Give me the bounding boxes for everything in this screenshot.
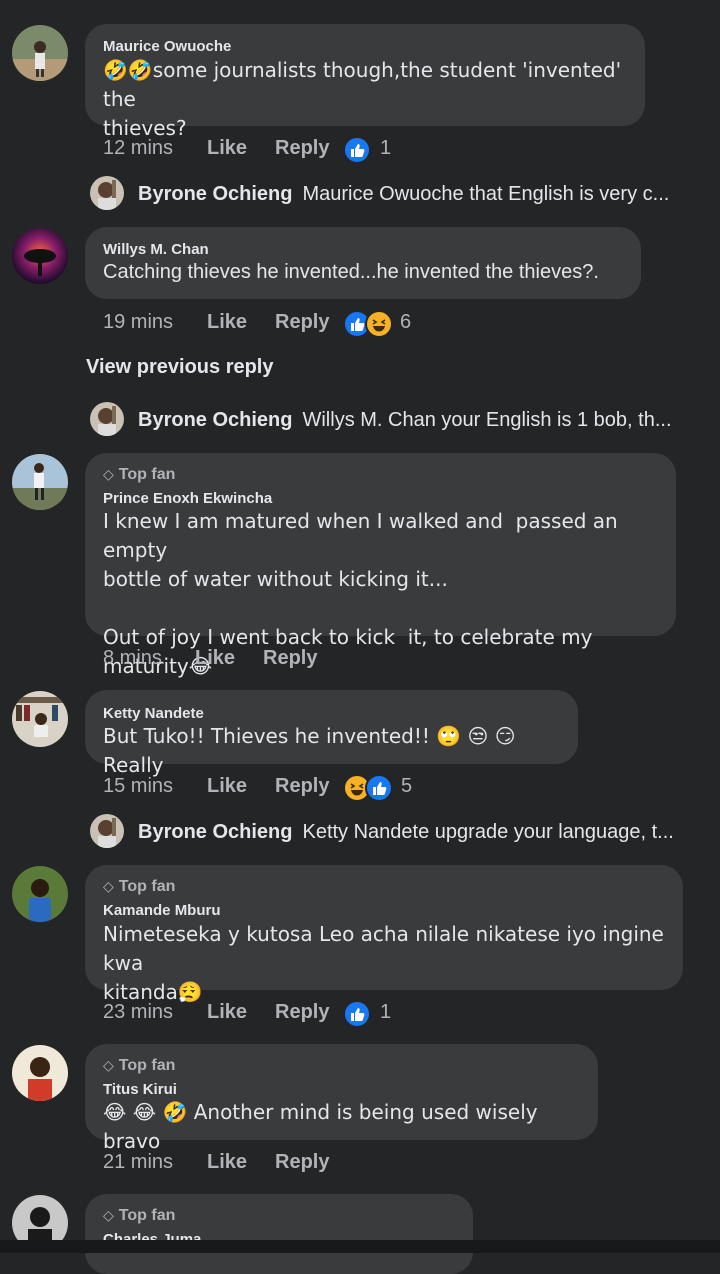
reply-button[interactable]: Reply xyxy=(263,647,317,670)
comment-text: 🤣🤣some journalists though,the student 'i… xyxy=(103,58,622,140)
like-button[interactable]: Like xyxy=(207,775,247,798)
reply-button[interactable]: Reply xyxy=(275,1151,329,1174)
commenter-name[interactable]: Willys M. Chan xyxy=(103,241,209,258)
like-button[interactable]: Like xyxy=(207,311,247,334)
view-previous-reply-link[interactable]: View previous reply xyxy=(86,356,274,379)
reply-snippet: Ketty Nandete upgrade your language, t..… xyxy=(302,821,674,843)
comment-text: Nimeteseka y kutosa Leo acha nilale nika… xyxy=(103,922,664,1004)
comment-timestamp: 12 mins xyxy=(103,137,174,159)
comment-bubble: ◇ Top fan Kamande Mburu Nimeteseka y kuto… xyxy=(85,865,683,1004)
top-fan-badge: ◇ Top fan xyxy=(103,466,176,483)
comment-timestamp: 15 mins xyxy=(103,775,174,797)
comment-timestamp: 21 mins xyxy=(103,1151,174,1173)
top-fan-badge: ◇ Top fan xyxy=(103,1057,176,1074)
comment-bubble: Willys M. Chan Catching thieves he inven… xyxy=(85,227,641,299)
reply-preview[interactable]: Byrone Ochieng Maurice Owuoche that Engli… xyxy=(138,183,669,206)
comment-timestamp: 19 mins xyxy=(103,311,174,333)
diamond-icon: ◇ xyxy=(103,1207,114,1223)
comment-bubble: Ketty Nandete But Tuko!! Thieves he inve… xyxy=(85,690,578,777)
reply-snippet: Maurice Owuoche that English is very c..… xyxy=(302,183,670,205)
commenter-name[interactable]: Titus Kirui xyxy=(103,1081,177,1098)
comment-bubble: ◇Top fan Charles Juma xyxy=(85,1194,473,1274)
reply-button[interactable]: Reply xyxy=(275,137,329,160)
comment-text: Catching thieves he invented...he invent… xyxy=(103,261,599,283)
reaction-count[interactable]: 5 xyxy=(401,775,412,798)
comment-timestamp: 23 mins xyxy=(103,1001,174,1023)
commenter-name[interactable]: Ketty Nandete xyxy=(103,705,204,722)
like-button[interactable]: Like xyxy=(207,1151,247,1174)
avatar[interactable] xyxy=(12,1045,68,1101)
commenter-name[interactable]: Kamande Mburu xyxy=(103,902,221,919)
reply-author-name[interactable]: Byrone Ochieng xyxy=(138,821,292,843)
top-fan-badge: ◇ Top fan xyxy=(103,1207,176,1224)
comment-text: But Tuko!! Thieves he invented!! 🙄 😒 😏 R… xyxy=(103,724,522,777)
comment-bubble: ◇ Top fan Titus Kirui 😂 😂 🤣 Another mind … xyxy=(85,1044,598,1153)
reaction-count[interactable]: 1 xyxy=(380,137,391,160)
diamond-icon: ◇ xyxy=(103,1057,114,1073)
avatar[interactable] xyxy=(12,228,68,284)
reply-author-name[interactable]: Byrone Ochieng xyxy=(138,183,292,205)
reply-avatar[interactable] xyxy=(90,176,124,210)
reply-preview[interactable]: Byrone Ochieng Willys M. Chan your Englis… xyxy=(138,409,672,432)
haha-icon[interactable] xyxy=(365,310,393,338)
commenter-name[interactable]: Maurice Owuoche xyxy=(103,38,231,55)
reply-button[interactable]: Reply xyxy=(275,311,329,334)
reply-button[interactable]: Reply xyxy=(275,1001,329,1024)
comment-bubble: Maurice Owuoche 🤣🤣some journalists thoug… xyxy=(85,24,645,140)
comment-bubble: ◇ Top fan Prince Enoxh Ekwincha I knew I … xyxy=(85,453,676,678)
top-fan-badge: ◇ Top fan xyxy=(103,878,176,895)
diamond-icon: ◇ xyxy=(103,878,114,894)
reply-avatar[interactable] xyxy=(90,402,124,436)
reaction-count[interactable]: 6 xyxy=(400,311,411,334)
avatar[interactable] xyxy=(12,25,68,81)
diamond-icon: ◇ xyxy=(103,466,114,482)
like-icon[interactable] xyxy=(365,774,393,802)
commenter-name[interactable]: Prince Enoxh Ekwincha xyxy=(103,490,272,507)
like-icon[interactable] xyxy=(343,1000,371,1028)
reply-button[interactable]: Reply xyxy=(275,775,329,798)
like-icon[interactable] xyxy=(343,136,371,164)
reply-snippet: Willys M. Chan your English is 1 bob, th… xyxy=(302,409,672,431)
avatar[interactable] xyxy=(12,454,68,510)
like-button[interactable]: Like xyxy=(207,137,247,160)
comment-timestamp: 8 mins xyxy=(103,647,162,669)
like-button[interactable]: Like xyxy=(195,647,235,670)
reaction-count[interactable]: 1 xyxy=(380,1001,391,1024)
bottom-edge xyxy=(0,1240,720,1253)
reply-preview[interactable]: Byrone Ochieng Ketty Nandete upgrade your… xyxy=(138,821,674,844)
like-button[interactable]: Like xyxy=(207,1001,247,1024)
avatar[interactable] xyxy=(12,691,68,747)
reply-avatar[interactable] xyxy=(90,814,124,848)
comment-text: I knew I am matured when I walked and pa… xyxy=(103,509,618,678)
avatar[interactable] xyxy=(12,866,68,922)
comment-text: 😂 😂 🤣 Another mind is being used wisely … xyxy=(103,1100,544,1153)
reply-author-name[interactable]: Byrone Ochieng xyxy=(138,409,292,431)
